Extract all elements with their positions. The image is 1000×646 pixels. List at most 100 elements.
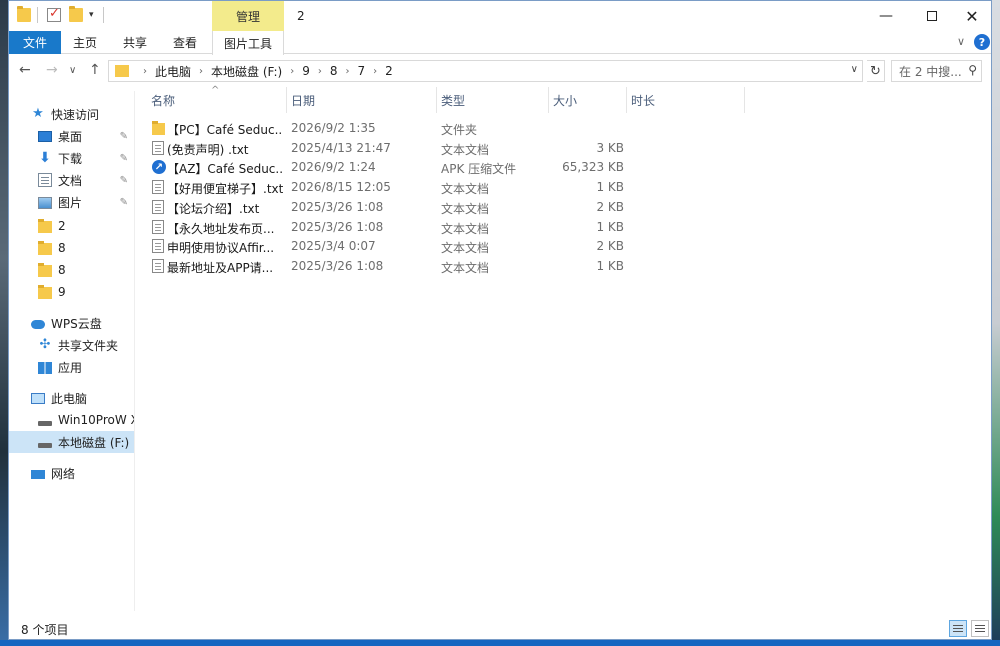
nav-item-desktop[interactable]: 桌面 ✎ — [9, 125, 134, 147]
file-row[interactable]: 最新地址及APP请... 2025/3/26 1:08 文本文档 1 KB — [147, 256, 627, 276]
file-name: 【永久地址发布页... — [167, 221, 275, 236]
back-button[interactable]: ← — [19, 62, 31, 78]
breadcrumb-separator[interactable]: › — [290, 66, 294, 77]
details-view-button[interactable] — [949, 620, 967, 637]
text-file-icon — [152, 199, 164, 214]
collapse-ribbon-icon[interactable]: ∨ — [957, 35, 965, 48]
file-row[interactable]: 申明使用协议Affir... 2025/3/4 0:07 文本文档 2 KB — [147, 236, 627, 256]
apk-file-icon: ↗ — [152, 160, 166, 175]
sort-ascending-icon: ^ — [211, 85, 220, 96]
close-button[interactable]: ✕ — [949, 1, 991, 31]
address-dropdown-icon[interactable]: ∨ — [851, 64, 858, 75]
nav-item-documents[interactable]: 文档 ✎ — [9, 169, 134, 191]
item-count: 8 个项目 — [21, 623, 69, 637]
recent-locations-button[interactable]: ∨ — [69, 65, 76, 76]
file-size: 1 KB — [596, 219, 624, 234]
column-header-type[interactable]: 类型 — [437, 87, 549, 113]
file-size: 1 KB — [596, 180, 624, 195]
pin-icon[interactable]: ✎ — [120, 197, 128, 208]
nav-label: Win10ProW X — [58, 413, 134, 427]
nav-item-folder-8[interactable]: 8 — [9, 237, 134, 259]
breadcrumb-separator[interactable]: › — [143, 66, 147, 77]
nav-item-folder-2[interactable]: 2 — [9, 215, 134, 237]
large-icons-view-button[interactable] — [971, 620, 989, 637]
share-icon: ✣ — [39, 337, 51, 352]
properties-icon[interactable] — [47, 6, 61, 22]
nav-label: 8 — [58, 241, 66, 255]
nav-item-folder-9[interactable]: 9 — [9, 281, 134, 303]
file-date: 2025/3/26 1:08 — [291, 258, 384, 273]
nav-item-apps[interactable]: 应用 — [9, 356, 134, 378]
file-row[interactable]: 【好用便宜梯子】.txt 2026/8/15 12:05 文本文档 1 KB — [147, 177, 627, 197]
forward-button[interactable]: → — [46, 62, 58, 78]
nav-item-pictures[interactable]: 图片 ✎ — [9, 191, 134, 213]
breadcrumb-8[interactable]: 8 — [330, 64, 338, 78]
customize-quick-access-icon[interactable]: ▾ — [89, 10, 94, 20]
nav-item-folder-8b[interactable]: 8 — [9, 259, 134, 281]
tab-home[interactable]: 主页 — [73, 31, 97, 54]
address-bar[interactable]: › 此电脑 › 本地磁盘 (F:) › 9 › 8 › 7 › 2 ∨ — [108, 60, 863, 82]
file-row[interactable]: ↗ 【AZ】Café Seduc... 2026/9/2 1:24 APK 压缩文件 6… — [147, 157, 627, 177]
navigation-pane: ★ 快速访问 桌面 ✎ ⬇ 下载 ✎ 文档 ✎ 图片 ✎ 2 8 8 9 WPS… — [9, 91, 134, 611]
column-label: 名称 — [151, 93, 176, 108]
file-row[interactable]: 【永久地址发布页... 2025/3/26 1:08 文本文档 1 KB — [147, 217, 627, 237]
file-row[interactable]: 【论坛介绍】.txt 2025/3/26 1:08 文本文档 2 KB — [147, 197, 627, 217]
nav-this-pc[interactable]: 此电脑 — [9, 387, 134, 409]
file-type: 文本文档 — [441, 142, 490, 157]
breadcrumb-9[interactable]: 9 — [302, 64, 310, 78]
nav-item-drive-f[interactable]: 本地磁盘 (F:) — [9, 431, 134, 453]
tab-share[interactable]: 共享 — [123, 31, 147, 54]
file-size: 3 KB — [596, 140, 624, 155]
nav-wps-cloud[interactable]: WPS云盘 — [9, 312, 134, 334]
breadcrumb-7[interactable]: 7 — [358, 64, 366, 78]
pin-icon[interactable]: ✎ — [120, 175, 128, 186]
nav-network[interactable]: 网络 — [9, 462, 134, 484]
file-row[interactable]: (免责声明) .txt 2025/4/13 21:47 文本文档 3 KB — [147, 138, 627, 158]
computer-icon — [31, 393, 45, 404]
breadcrumb-separator[interactable]: › — [199, 66, 203, 77]
minimize-button[interactable]: — — [863, 1, 909, 31]
new-folder-icon[interactable] — [69, 6, 83, 22]
nav-item-downloads[interactable]: ⬇ 下载 ✎ — [9, 147, 134, 169]
file-size: 65,323 KB — [562, 160, 624, 175]
folder-icon — [152, 121, 165, 135]
column-header-size[interactable]: 大小 — [549, 87, 627, 113]
tab-file[interactable]: 文件 — [9, 31, 61, 54]
file-date: 2026/9/2 1:24 — [291, 160, 376, 175]
search-input[interactable]: 在 2 中搜... ⚲ — [891, 60, 982, 82]
refresh-button[interactable]: ↻ — [867, 60, 885, 82]
nav-label: 下载 — [58, 151, 83, 166]
file-date: 2025/3/26 1:08 — [291, 199, 384, 214]
nav-label: 图片 — [58, 195, 83, 210]
breadcrumb-drive-f[interactable]: 本地磁盘 (F:) — [211, 63, 282, 80]
breadcrumb-separator[interactable]: › — [318, 66, 322, 77]
file-size: 2 KB — [596, 199, 624, 214]
pin-icon[interactable]: ✎ — [120, 153, 128, 164]
file-row[interactable]: 【PC】Café Seduc... 2026/9/2 1:35 文件夹 — [147, 118, 627, 138]
up-button[interactable]: ↑ — [89, 62, 101, 78]
nav-label: 2 — [58, 219, 66, 233]
star-icon: ★ — [32, 106, 44, 121]
text-file-icon — [152, 258, 164, 273]
nav-label: 网络 — [51, 466, 76, 481]
nav-item-shared-folder[interactable]: ✣ 共享文件夹 — [9, 334, 134, 356]
help-icon[interactable]: ? — [974, 34, 990, 50]
nav-quick-access[interactable]: ★ 快速访问 — [9, 103, 134, 125]
drive-icon — [38, 442, 52, 448]
title-bar: ▾ 管理 2 — ✕ — [9, 1, 991, 31]
folder-icon — [38, 263, 52, 277]
breadcrumb-separator[interactable]: › — [346, 66, 350, 77]
pin-icon[interactable]: ✎ — [120, 131, 128, 142]
taskbar-edge — [0, 640, 1000, 646]
breadcrumb-this-pc[interactable]: 此电脑 — [155, 63, 191, 80]
tab-picture-tools[interactable]: 图片工具 — [212, 31, 284, 55]
tab-view[interactable]: 查看 — [173, 31, 197, 54]
column-header-name[interactable]: 名称 ^ — [147, 85, 287, 113]
nav-item-win10-drive[interactable]: Win10ProW X — [9, 409, 134, 431]
column-header-duration[interactable]: 时长 — [627, 87, 745, 113]
breadcrumb-2[interactable]: 2 — [385, 64, 393, 78]
manage-tab[interactable]: 管理 — [212, 1, 284, 31]
navigation-pane-divider[interactable] — [134, 91, 135, 611]
breadcrumb-separator[interactable]: › — [373, 66, 377, 77]
column-header-date[interactable]: 日期 — [287, 87, 437, 113]
